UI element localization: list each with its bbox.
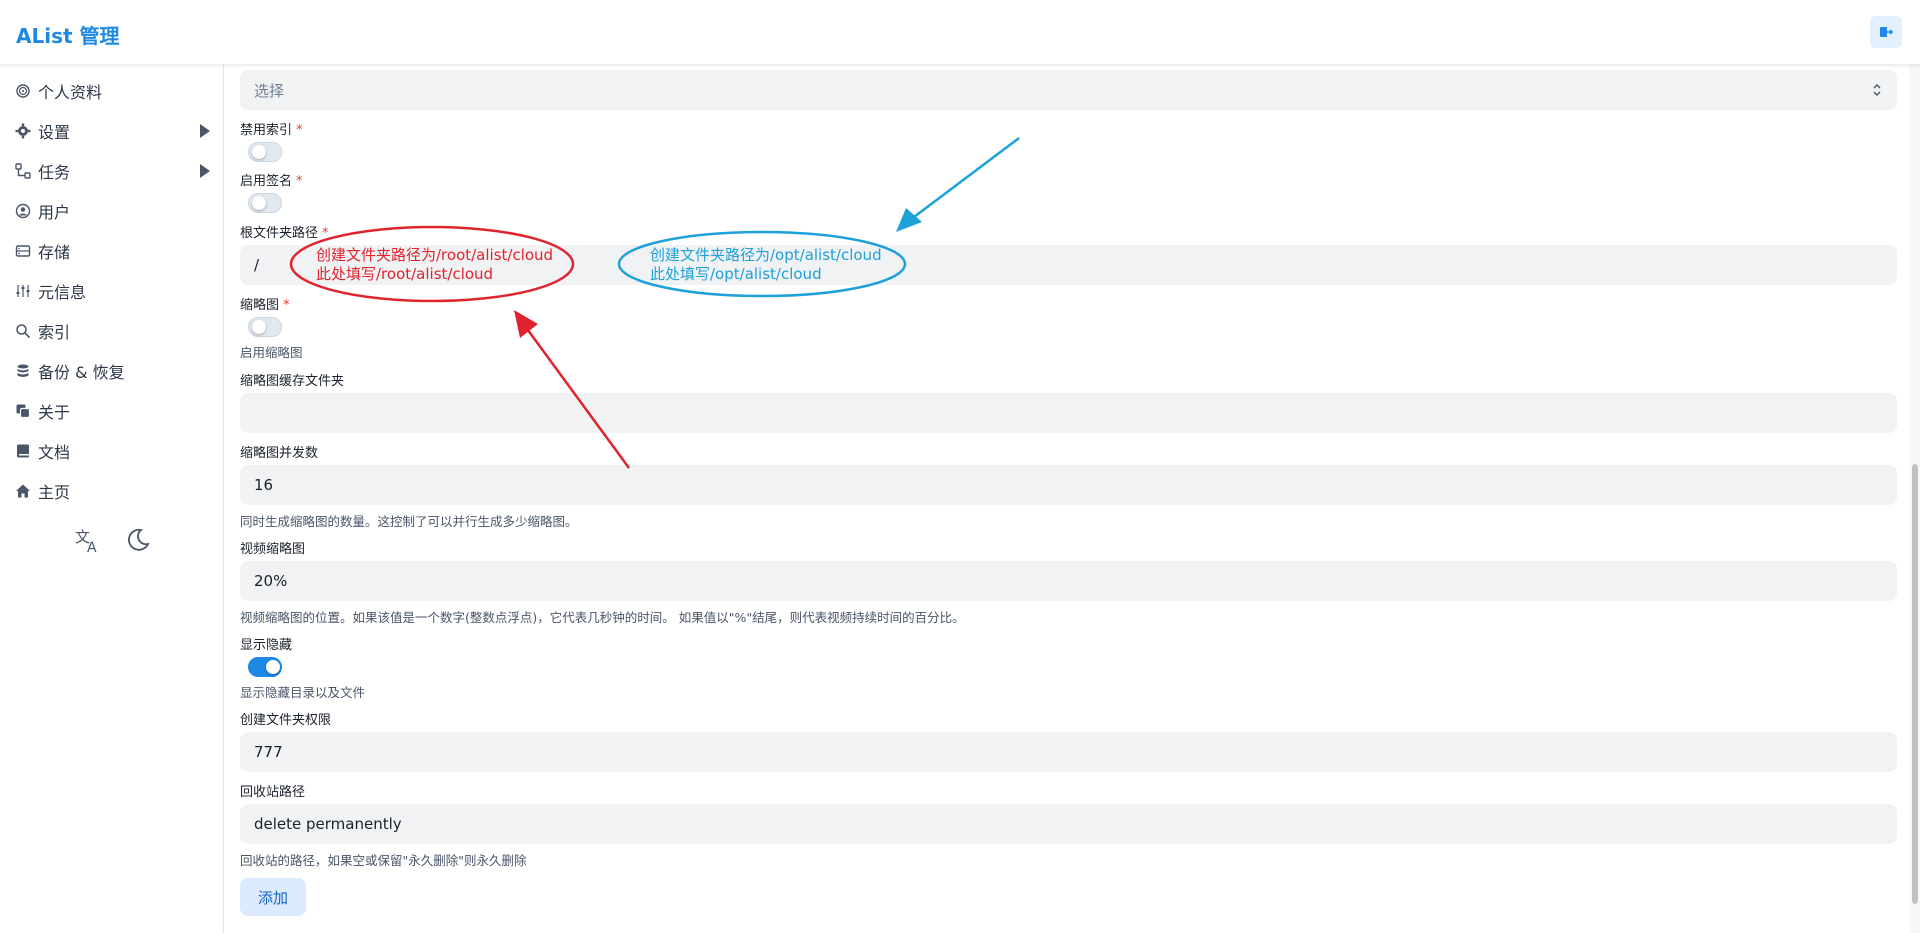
thumb-cache-label: 缩略图缓存文件夹 [240, 374, 345, 389]
root-folder-value: / [254, 256, 260, 274]
blue-annotation-line2: 此处填写/opt/alist/cloud [650, 265, 822, 283]
fingerprint-icon [14, 82, 32, 100]
recycle-label: 回收站路径 [240, 785, 306, 800]
video-thumb-input[interactable]: 20% [240, 561, 1897, 601]
sidebar-item-label: 主页 [38, 483, 71, 502]
sidebar-tools: 文A [74, 526, 152, 558]
main-content: 选择 禁用索引 * 启用签名 * 根文件夹路径 * / 缩略图 * 启用缩略图 缩略图缓… [224, 64, 1920, 933]
sidebar-item-tasks[interactable]: 任务 [14, 156, 210, 186]
thumb-concurrency-label: 缩略图并发数 [240, 446, 319, 461]
sidebar-item-label: 任务 [38, 163, 71, 182]
flow-icon [14, 162, 32, 180]
sliders-icon [14, 282, 32, 300]
sidebar-item-label: 索引 [38, 323, 71, 342]
sidebar-item-docs[interactable]: 文档 [14, 436, 210, 466]
search-icon [14, 322, 32, 340]
logout-icon [1880, 27, 1893, 37]
add-button[interactable]: 添加 [240, 878, 306, 916]
sidebar-item-label: 元信息 [38, 283, 87, 302]
sidebar-item-label: 文档 [38, 443, 71, 462]
red-annotation-line1: 创建文件夹路径为/root/alist/cloud [316, 246, 554, 264]
enable-sign-toggle[interactable] [248, 193, 282, 213]
blue-annotation-text: 创建文件夹路径为/opt/alist/cloud 此处填写/opt/alist/… [650, 246, 882, 284]
show-hidden-toggle[interactable] [248, 657, 282, 677]
database-icon [14, 242, 32, 260]
thumb-concurrency-input[interactable]: 16 [240, 465, 1897, 505]
sidebar-item-index[interactable]: 索引 [14, 316, 210, 346]
sidebar-item-backup[interactable]: 备份 & 恢复 [14, 356, 210, 386]
stack-icon [14, 362, 32, 380]
gear-icon [14, 122, 32, 140]
scrollbar-thumb[interactable] [1912, 464, 1918, 904]
sidebar-item-home[interactable]: 主页 [14, 476, 210, 506]
sidebar-item-settings[interactable]: 设置 [14, 116, 210, 146]
thumbnail-label: 缩略图 * [240, 298, 290, 313]
sidebar-item-storage[interactable]: 存储 [14, 236, 210, 266]
mkdir-perm-label: 创建文件夹权限 [240, 713, 332, 728]
thumbnail-help: 启用缩略图 [240, 345, 303, 360]
sidebar-item-label: 存储 [38, 243, 71, 262]
moon-icon[interactable] [124, 526, 152, 558]
thumb-concurrency-help: 同时生成缩略图的数量。这控制了可以并行生成多少缩略图。 [240, 514, 578, 529]
sidebar-item-users[interactable]: 用户 [14, 196, 210, 226]
select-placeholder: 选择 [254, 81, 285, 100]
root-folder-label: 根文件夹路径 * [240, 226, 329, 241]
sidebar-item-metas[interactable]: 元信息 [14, 276, 210, 306]
chevron-up-down-icon [1873, 84, 1881, 96]
sidebar-item-profile[interactable]: 个人资料 [14, 76, 210, 106]
show-hidden-help: 显示隐藏目录以及文件 [240, 685, 366, 700]
video-thumb-label: 视频缩略图 [240, 542, 306, 557]
blue-annotation-line1: 创建文件夹路径为/opt/alist/cloud [650, 246, 882, 264]
scrollbar[interactable] [1910, 64, 1920, 933]
sidebar-item-label: 备份 & 恢复 [38, 363, 125, 382]
video-thumb-help: 视频缩略图的位置。如果该值是一个数字(整数点浮点)，它代表几秒钟的时间。 如果值… [240, 610, 965, 625]
red-annotation-text: 创建文件夹路径为/root/alist/cloud 此处填写/root/alis… [316, 246, 553, 284]
sidebar-item-label: 用户 [38, 203, 71, 222]
svg-text:A: A [87, 540, 97, 554]
logout-button[interactable] [1870, 16, 1902, 48]
sidebar: 个人资料 设置 任务 用户 存储 元信息 索引 备份 & 恢复 关于 文档 主页… [0, 64, 224, 933]
sidebar-item-label: 个人资料 [38, 83, 103, 102]
expand-arrow-icon[interactable] [200, 124, 210, 138]
top-header: AList 管理 [0, 0, 1920, 64]
show-hidden-label: 显示隐藏 [240, 638, 293, 653]
recycle-input[interactable]: delete permanently [240, 804, 1897, 844]
disable-index-label: 禁用索引 * [240, 123, 303, 138]
expand-arrow-icon[interactable] [200, 164, 210, 178]
select-field[interactable]: 选择 [240, 70, 1897, 110]
user-circle-icon [14, 202, 32, 220]
disable-index-toggle[interactable] [248, 142, 282, 162]
sidebar-item-about[interactable]: 关于 [14, 396, 210, 426]
sidebar-item-label: 关于 [38, 403, 71, 422]
book-icon [14, 442, 32, 460]
translate-icon[interactable]: 文A [74, 526, 102, 558]
thumb-cache-input[interactable] [240, 393, 1897, 433]
thumbnail-toggle[interactable] [248, 317, 282, 337]
red-annotation-line2: 此处填写/root/alist/cloud [316, 265, 494, 283]
recycle-help: 回收站的路径，如果空或保留"永久删除"则永久删除 [240, 853, 527, 868]
home-icon [14, 482, 32, 500]
enable-sign-label: 启用签名 * [240, 174, 303, 189]
app-title[interactable]: AList 管理 [16, 20, 120, 49]
sidebar-item-label: 设置 [38, 123, 71, 142]
copy-icon [14, 402, 32, 420]
mkdir-perm-input[interactable]: 777 [240, 732, 1897, 772]
